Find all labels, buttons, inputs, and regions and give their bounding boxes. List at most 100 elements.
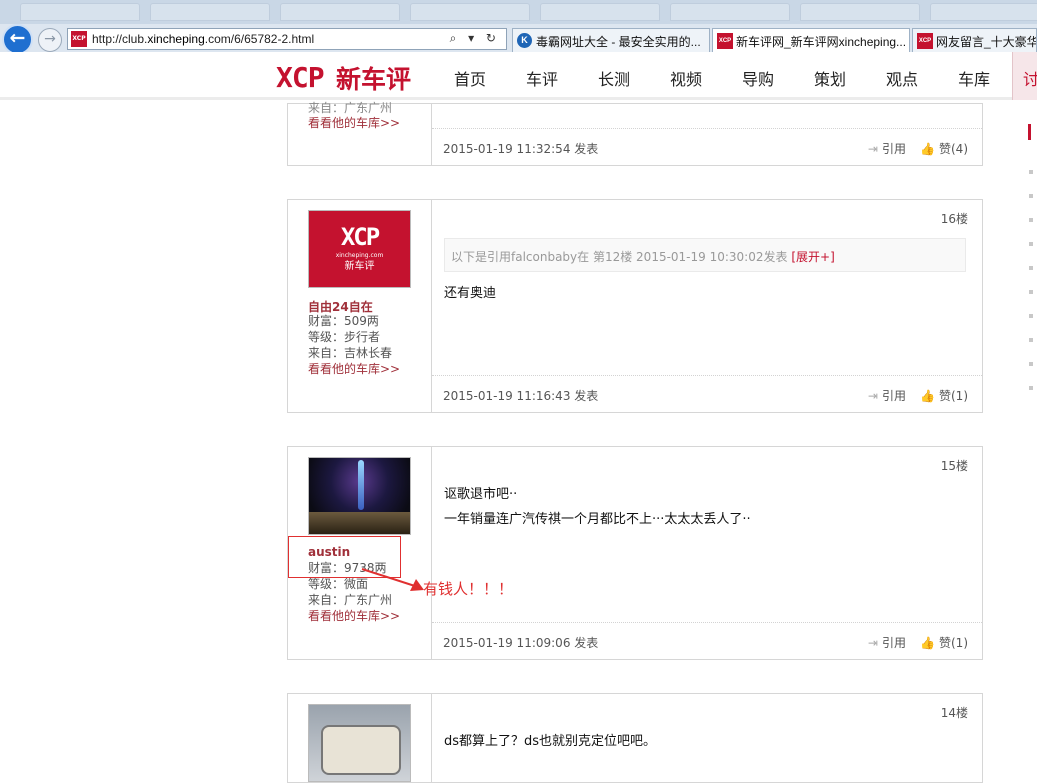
sidebar-bullet — [1029, 290, 1033, 294]
like-label: 赞(1) — [939, 636, 968, 650]
expand-quote-link[interactable]: [展开+] — [791, 250, 834, 264]
avatar[interactable] — [308, 457, 411, 535]
background-tab[interactable] — [410, 3, 530, 21]
floor-number: 16楼 — [940, 212, 968, 226]
arrow-left-icon: ← — [9, 27, 26, 49]
quote-button[interactable]: ⇥ 引用 — [868, 140, 906, 157]
sidebar-bullet — [1029, 242, 1033, 246]
background-tab[interactable] — [930, 3, 1037, 21]
background-tabstrip — [0, 0, 1037, 24]
post-content: ds都算上了？ds也就别克定位吧吧。 — [444, 734, 657, 749]
quote-button[interactable]: ⇥ 引用 — [868, 634, 906, 651]
arrow-right-icon: → — [44, 31, 56, 47]
sidebar-bullet — [1029, 170, 1033, 174]
background-tab[interactable] — [800, 3, 920, 21]
url-text[interactable]: http://club.xincheping.com/6/65782-2.htm… — [92, 32, 314, 46]
tab-label: 毒霸网址大全 - 最安全实用的... — [536, 35, 701, 49]
thumbs-up-icon: 👍 — [920, 636, 935, 650]
user-wealth: 财富：509两 — [308, 314, 379, 328]
background-tab[interactable] — [280, 3, 400, 21]
annotation-text: 有钱人！！！ — [423, 580, 514, 598]
like-button[interactable]: 👍 赞(1) — [920, 387, 968, 404]
post-content: 还有奥迪 — [444, 286, 497, 301]
tab-label: 新车评网_新车评网xincheping... — [736, 35, 907, 49]
avatar-ground — [309, 512, 410, 534]
post-footer: 2015-01-19 11:16:43 发表 ⇥ 引用 👍 赞(1) — [432, 375, 982, 412]
nav-home[interactable]: 首页 — [454, 66, 486, 90]
url-domain: xincheping — [147, 32, 205, 46]
background-tab[interactable] — [150, 3, 270, 21]
avatar-logo-mark: XCP — [340, 223, 380, 251]
user-from: 来自：吉林长春 — [308, 346, 393, 360]
sidebar-bullet — [1029, 338, 1033, 342]
forum-post: 来自：广东广州 看看他的车库>> 2015-01-19 11:32:54 发表 … — [287, 101, 983, 166]
nav-buying-guide[interactable]: 导购 — [742, 66, 774, 90]
post-footer: 2015-01-19 11:09:06 发表 ⇥ 引用 👍 赞(1) — [432, 622, 982, 659]
floor-number: 14楼 — [940, 706, 968, 720]
post-user-panel — [288, 694, 432, 782]
annotation-arrow-icon — [361, 568, 424, 591]
logo-name: 新车评 — [336, 65, 412, 94]
avatar[interactable]: XCP xincheping.com 新车评 — [308, 210, 411, 288]
user-level: 等级：步行者 — [308, 330, 381, 344]
nav-forum[interactable]: 讨 — [1012, 52, 1037, 100]
floor-number: 15楼 — [940, 459, 968, 473]
thumbs-up-icon: 👍 — [920, 389, 935, 403]
browser-tab-active[interactable]: XCP 新车评网_新车评网xincheping... — [712, 28, 910, 52]
url-suffix: .com/6/65782-2.html — [204, 32, 315, 46]
address-action-icons[interactable]: ⌕ ▾ ↻ — [450, 31, 500, 46]
post-user-panel: 来自：广东广州 看看他的车库>> — [288, 101, 432, 165]
avatar[interactable] — [308, 704, 411, 782]
tab-label: 网友留言_十大豪华 — [936, 35, 1037, 49]
post-time: 2015-01-19 11:32:54 发表 — [443, 142, 599, 156]
post-user-panel: XCP xincheping.com 新车评 自由24自在 财富：509两 等级… — [288, 200, 432, 412]
background-tab[interactable] — [540, 3, 660, 21]
background-tab[interactable] — [20, 3, 140, 21]
duba-k-icon: K — [517, 33, 532, 48]
sidebar-bullet — [1029, 386, 1033, 390]
quote-text: 以下是引用falconbaby在 第12楼 2015-01-19 10:30:0… — [451, 250, 788, 264]
avatar-logo-name: 新车评 — [344, 261, 375, 272]
nav-reviews[interactable]: 车评 — [526, 66, 558, 90]
nav-long-test[interactable]: 长测 — [598, 66, 630, 90]
quote-label: 引用 — [881, 142, 906, 156]
post-time: 2015-01-19 11:09:06 发表 — [443, 636, 599, 650]
post-footer: 2015-01-19 11:32:54 发表 ⇥ 引用 👍 赞(4) — [432, 128, 982, 165]
forward-button[interactable]: → — [38, 28, 62, 52]
user-level: 等级：微面 — [308, 577, 369, 591]
like-label: 赞(4) — [939, 142, 968, 156]
thumbs-up-icon: 👍 — [920, 142, 935, 156]
back-button[interactable]: ← — [2, 24, 33, 55]
address-bar[interactable]: XCP http://club.xincheping.com/6/65782-2… — [67, 28, 507, 50]
logo-mark: XCP — [276, 61, 325, 94]
quote-label: 引用 — [881, 636, 906, 650]
post-content-line: 一年销量连广汽传祺一个月都比不上···太太太丢人了·· — [444, 512, 751, 527]
browser-chrome: ← → XCP http://club.xincheping.com/6/657… — [0, 0, 1037, 55]
nav-opinions[interactable]: 观点 — [886, 66, 918, 90]
quote-button[interactable]: ⇥ 引用 — [868, 387, 906, 404]
like-button[interactable]: 👍 赞(1) — [920, 634, 968, 651]
site-navigation: XCP 新车评 首页 车评 长测 视频 导购 策划 观点 车库 讨 — [0, 52, 1037, 100]
garage-link[interactable]: 看看他的车库>> — [308, 608, 400, 624]
site-favicon-icon: XCP — [917, 33, 933, 49]
sidebar-heading-marker — [1028, 124, 1031, 140]
nav-garage[interactable]: 车库 — [958, 66, 990, 90]
nav-video[interactable]: 视频 — [670, 66, 702, 90]
nav-features[interactable]: 策划 — [814, 66, 846, 90]
garage-link[interactable]: 看看他的车库>> — [308, 361, 400, 377]
background-tab[interactable] — [670, 3, 790, 21]
sidebar-bullet — [1029, 194, 1033, 198]
quote-icon: ⇥ — [867, 142, 878, 156]
like-label: 赞(1) — [939, 389, 968, 403]
sidebar-bullet — [1029, 266, 1033, 270]
browser-tab[interactable]: K 毒霸网址大全 - 最安全实用的... — [512, 28, 710, 52]
site-favicon-icon: XCP — [717, 33, 733, 49]
url-prefix: http://club. — [92, 32, 148, 46]
avatar-tower-light — [358, 460, 364, 510]
sidebar-bullet — [1029, 314, 1033, 318]
like-button[interactable]: 👍 赞(4) — [920, 140, 968, 157]
garage-link[interactable]: 看看他的车库>> — [308, 115, 400, 131]
site-favicon-icon: XCP — [71, 31, 87, 47]
avatar-car-body — [321, 725, 401, 775]
browser-tab[interactable]: XCP 网友留言_十大豪华 — [912, 28, 1037, 52]
